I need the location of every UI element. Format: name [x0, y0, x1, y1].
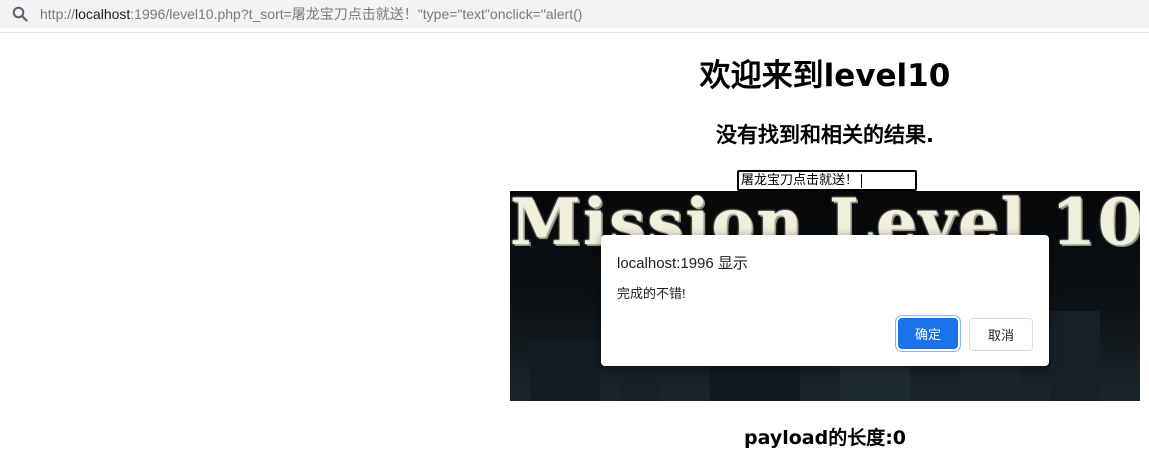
- keyword-input[interactable]: 屠龙宝刀点击就送！: [737, 170, 917, 191]
- dialog-title: localhost:1996 显示: [617, 255, 748, 272]
- toolbar-divider: [0, 32, 1149, 33]
- search-icon: [0, 0, 40, 28]
- ok-button[interactable]: 确定: [898, 318, 958, 349]
- alert-dialog: localhost:1996 显示 完成的不错! 确定 取消: [601, 235, 1049, 366]
- text-caret: [861, 173, 863, 188]
- payload-length-text: payload的长度:0: [743, 427, 907, 449]
- keyword-input-value: 屠龙宝刀点击就送！: [741, 173, 859, 188]
- url-host: localhost: [75, 6, 131, 22]
- url-prefix: http://: [40, 6, 76, 22]
- url-text[interactable]: http://localhost:1996/level10.php?t_sort…: [40, 4, 582, 24]
- cancel-button[interactable]: 取消: [969, 318, 1033, 351]
- search-result-heading: 没有找到和相关的结果.: [716, 123, 934, 147]
- url-rest: :1996/level10.php?t_sort=屠龙宝刀点击就送！"type=…: [130, 6, 583, 22]
- address-bar[interactable]: http://localhost:1996/level10.php?t_sort…: [0, 0, 1149, 28]
- dialog-message: 完成的不错!: [617, 286, 686, 301]
- page-title: 欢迎来到level10: [699, 58, 951, 94]
